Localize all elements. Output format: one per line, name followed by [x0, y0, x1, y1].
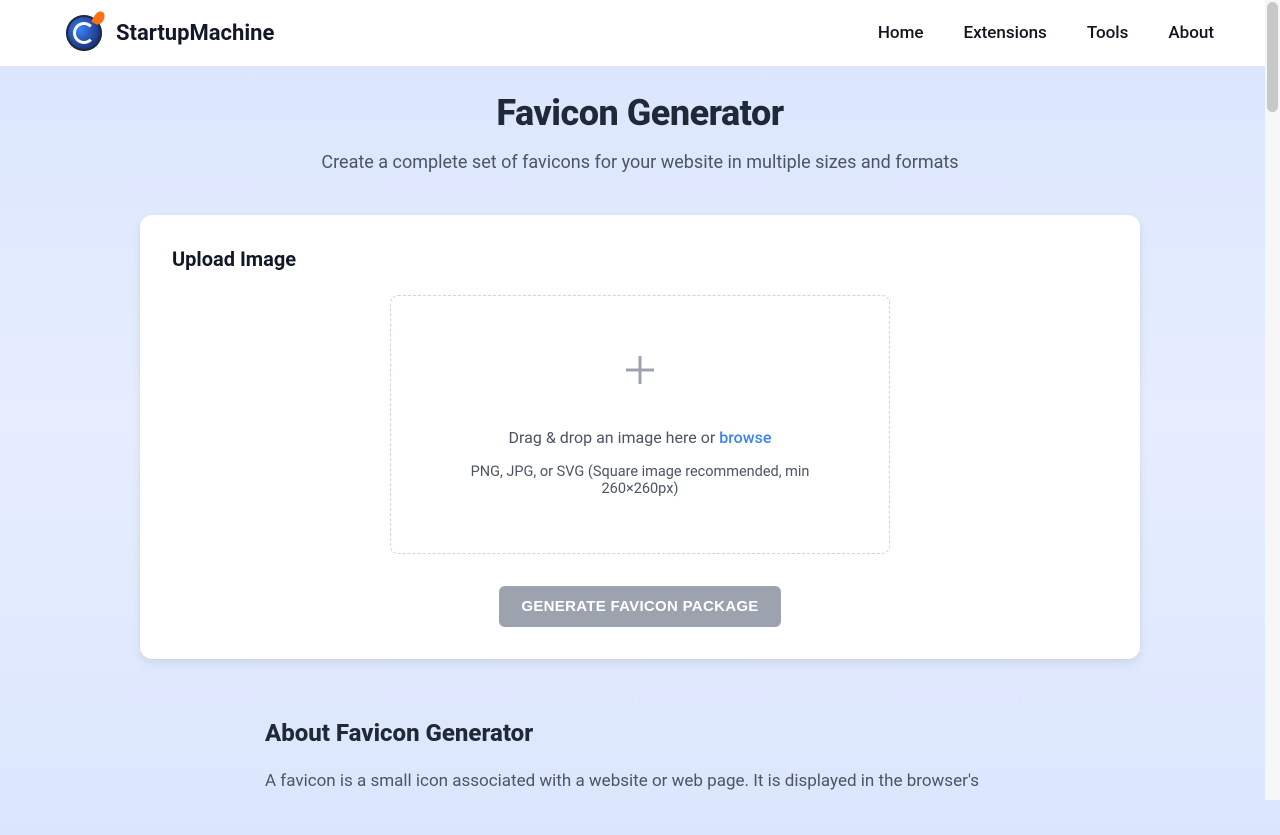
drop-text: Drag & drop an image here or — [509, 428, 720, 447]
about-title: About Favicon Generator — [265, 719, 1015, 747]
page-subtitle: Create a complete set of favicons for yo… — [0, 152, 1280, 173]
about-body: A favicon is a small icon associated wit… — [265, 769, 1015, 795]
plus-icon — [626, 356, 654, 384]
upload-section-title: Upload Image — [172, 247, 1108, 271]
page-title: Favicon Generator — [0, 92, 1280, 134]
scrollbar-thumb[interactable] — [1267, 2, 1278, 112]
about-section: About Favicon Generator A favicon is a s… — [255, 719, 1025, 835]
generate-row: GENERATE FAVICON PACKAGE — [172, 586, 1108, 627]
scrollbar-track[interactable] — [1265, 0, 1280, 800]
nav-tools[interactable]: Tools — [1087, 23, 1129, 43]
upload-dropzone[interactable]: Drag & drop an image here or browse PNG,… — [390, 295, 890, 554]
brand-link[interactable]: StartupMachine — [66, 15, 274, 51]
nav-home[interactable]: Home — [878, 23, 924, 43]
hero: Favicon Generator Create a complete set … — [0, 66, 1280, 197]
drop-instruction: Drag & drop an image here or browse — [431, 428, 849, 447]
generate-favicon-button[interactable]: GENERATE FAVICON PACKAGE — [499, 586, 780, 627]
nav-extensions[interactable]: Extensions — [963, 23, 1046, 43]
primary-nav: Home Extensions Tools About — [878, 23, 1214, 43]
brand-name: StartupMachine — [116, 21, 274, 46]
header: StartupMachine Home Extensions Tools Abo… — [0, 0, 1280, 66]
browse-link[interactable]: browse — [719, 428, 771, 447]
brand-logo-icon — [66, 15, 102, 51]
nav-about[interactable]: About — [1168, 23, 1214, 43]
upload-card: Upload Image Drag & drop an image here o… — [140, 215, 1140, 659]
drop-hint: PNG, JPG, or SVG (Square image recommend… — [431, 463, 849, 497]
